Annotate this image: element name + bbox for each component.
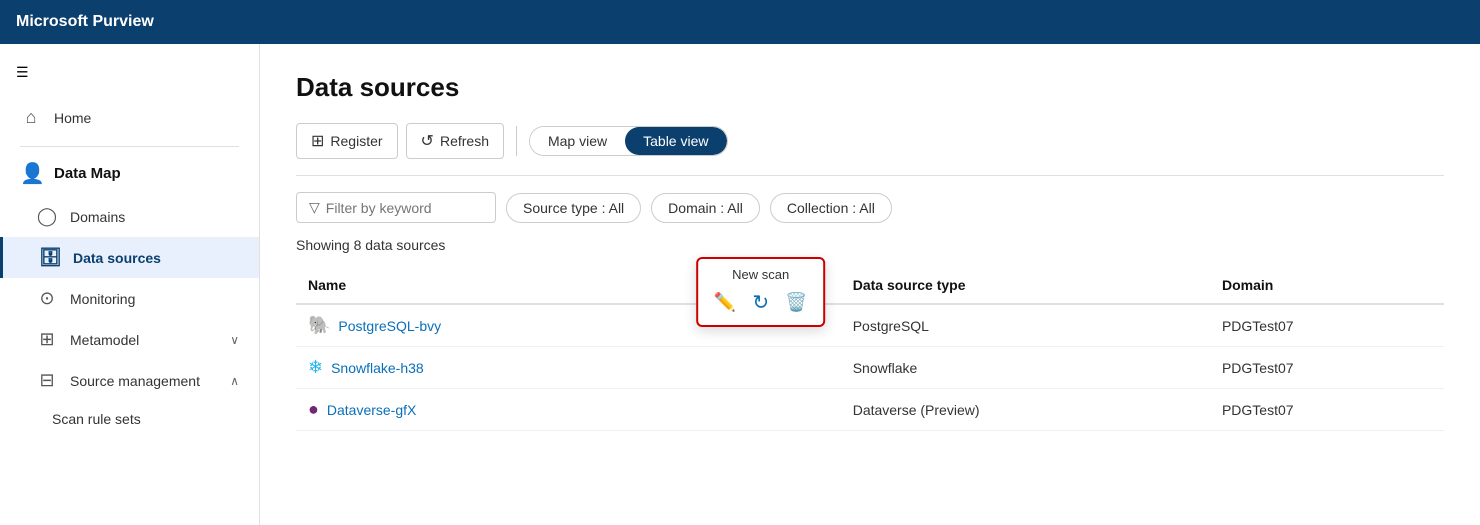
hamburger-button[interactable]: ☰ [0,56,259,89]
table-row: ● Dataverse-gfX Dataverse (Preview) PDGT… [296,389,1444,431]
table-view-button[interactable]: Table view [625,127,726,155]
source-name-text: PostgreSQL-bvy [338,318,441,334]
domain-label: Domain : All [668,200,743,216]
table-body: 🐘 PostgreSQL-bvy New scan ✏️ [296,304,1444,431]
table-row: ❄ Snowflake-h38 Snowflake PDGTest07 [296,347,1444,389]
monitoring-icon: ⊙ [36,288,58,309]
collection-filter[interactable]: Collection : All [770,193,892,223]
sidebar-item-monitoring[interactable]: ⊙ Monitoring [0,278,259,319]
action-cell-2 [681,347,841,389]
new-scan-label: New scan [732,267,789,282]
home-icon: ⌂ [20,107,42,128]
source-name-cell: ● Dataverse-gfX [296,389,681,431]
hamburger-icon: ☰ [16,64,29,80]
sidebar-item-scan-rule-sets[interactable]: Scan rule sets [0,401,259,437]
sidebar-label-data-sources: Data sources [73,250,161,266]
delete-icon: 🗑️ [785,292,807,312]
data-sources-table: Name Data source type Domain 🐘 PostgreSQ… [296,267,1444,431]
sidebar-item-data-map[interactable]: 👤 Data Map [0,155,259,196]
register-label: Register [330,133,382,149]
dataverse-icon: ● [308,399,319,420]
keyword-input[interactable] [326,200,476,216]
showing-count: Showing 8 data sources [296,237,1444,253]
col-type: Data source type [841,267,1210,304]
source-name-text: Dataverse-gfX [327,402,416,418]
collection-label: Collection : All [787,200,875,216]
toolbar: ⊞ Register ↺ Refresh Map view Table view [296,123,1444,176]
table-view-label: Table view [643,133,708,149]
snowflake-icon: ❄ [308,357,323,378]
scan-button[interactable]: ↻ [750,288,771,317]
action-cell-1: New scan ✏️ ↻ 🗑️ [681,304,841,347]
refresh-button[interactable]: ↺ Refresh [406,123,504,159]
scan-icon: ↻ [752,292,769,314]
sidebar-label-source-management: Source management [70,373,200,389]
map-view-label: Map view [548,133,607,149]
domain-cell: PDGTest07 [1210,389,1444,431]
edit-button[interactable]: ✏️ [712,290,738,315]
col-name: Name [296,267,681,304]
popup-actions: ✏️ ↻ 🗑️ [712,288,810,317]
register-icon: ⊞ [311,131,324,151]
source-name-text: Snowflake-h38 [331,360,424,376]
action-popup: New scan ✏️ ↻ 🗑️ [696,257,826,327]
sidebar-item-metamodel[interactable]: ⊞ Metamodel ∨ [0,319,259,360]
source-type-filter[interactable]: Source type : All [506,193,641,223]
sidebar-label-data-map: Data Map [54,165,121,182]
sidebar-item-domains[interactable]: ◯ Domains [0,196,259,237]
page-title: Data sources [296,72,1444,103]
sidebar-divider-1 [20,146,239,147]
table-row: 🐘 PostgreSQL-bvy New scan ✏️ [296,304,1444,347]
table-header: Name Data source type Domain [296,267,1444,304]
domains-icon: ◯ [36,206,58,227]
filters-bar: ▽ Source type : All Domain : All Collect… [296,192,1444,223]
sidebar-label-metamodel: Metamodel [70,332,139,348]
register-button[interactable]: ⊞ Register [296,123,398,159]
app-title: Microsoft Purview [16,13,154,31]
sidebar-label-scan-rule-sets: Scan rule sets [52,411,141,427]
source-type-cell: Dataverse (Preview) [841,389,1210,431]
sidebar-label-monitoring: Monitoring [70,291,135,307]
refresh-label: Refresh [440,133,489,149]
content-area: Data sources ⊞ Register ↺ Refresh Map vi… [260,44,1480,525]
refresh-icon: ↺ [421,131,434,151]
edit-icon: ✏️ [714,292,736,312]
topbar: Microsoft Purview [0,0,1480,44]
data-sources-icon: 🗄 [39,247,61,268]
source-name-link[interactable]: 🐘 PostgreSQL-bvy [308,315,669,336]
source-name-cell: ❄ Snowflake-h38 [296,347,681,389]
sidebar-item-home[interactable]: ⌂ Home [0,97,259,138]
toolbar-divider [516,126,517,156]
sidebar-item-data-sources[interactable]: 🗄 Data sources [0,237,259,278]
source-name-cell: 🐘 PostgreSQL-bvy [296,304,681,347]
sidebar: ☰ ⌂ Home 👤 Data Map ◯ Domains 🗄 Data sou… [0,44,260,525]
postgres-icon: 🐘 [308,315,330,336]
domain-filter[interactable]: Domain : All [651,193,760,223]
source-type-cell: PostgreSQL [841,304,1210,347]
source-name-link[interactable]: ● Dataverse-gfX [308,399,669,420]
delete-button[interactable]: 🗑️ [783,290,809,315]
source-type-cell: Snowflake [841,347,1210,389]
action-cell-3 [681,389,841,431]
metamodel-icon: ⊞ [36,329,58,350]
source-name-link[interactable]: ❄ Snowflake-h38 [308,357,669,378]
sidebar-label-domains: Domains [70,209,125,225]
main-layout: ☰ ⌂ Home 👤 Data Map ◯ Domains 🗄 Data sou… [0,44,1480,525]
source-management-chevron: ∧ [230,374,239,388]
source-type-label: Source type : All [523,200,624,216]
sidebar-label-home: Home [54,110,91,126]
sidebar-item-source-management[interactable]: ⊟ Source management ∧ [0,360,259,401]
metamodel-chevron: ∨ [230,333,239,347]
domain-cell: PDGTest07 [1210,347,1444,389]
source-management-icon: ⊟ [36,370,58,391]
col-domain: Domain [1210,267,1444,304]
keyword-filter[interactable]: ▽ [296,192,496,223]
data-map-icon: 👤 [20,161,42,186]
domain-cell: PDGTest07 [1210,304,1444,347]
view-toggle: Map view Table view [529,126,728,156]
filter-icon: ▽ [309,199,320,216]
map-view-button[interactable]: Map view [530,127,625,155]
